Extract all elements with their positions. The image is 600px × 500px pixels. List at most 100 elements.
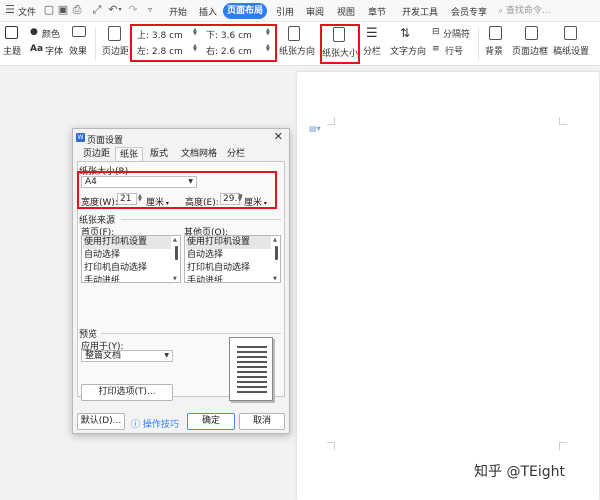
width-unit-select[interactable]: 厘米 ▾ bbox=[146, 195, 169, 208]
margin-top-field[interactable]: 上: 3.8 cm bbox=[137, 28, 183, 41]
document-page[interactable]: ▤▾ bbox=[297, 72, 599, 500]
line-number-icon[interactable]: ≡ bbox=[432, 44, 440, 54]
tips-link[interactable]: ⓘ 操作技巧 bbox=[131, 417, 179, 430]
scroll-down-icon[interactable]: ▼ bbox=[173, 276, 179, 282]
color-palette-icon[interactable]: ● bbox=[30, 27, 38, 37]
margins-button[interactable]: 页边距 bbox=[102, 44, 129, 57]
paper-size-button[interactable]: 纸张大小 bbox=[322, 46, 358, 59]
tab-insert[interactable]: 插入 bbox=[199, 5, 217, 18]
orientation-button[interactable]: 纸张方向 bbox=[279, 44, 315, 57]
preview-text-line bbox=[237, 371, 267, 373]
apply-to-select[interactable]: 整篇文档 ▼ bbox=[81, 350, 173, 362]
ribbon-separator bbox=[95, 28, 96, 60]
new-doc-icon[interactable]: ▢ bbox=[43, 4, 55, 16]
scroll-up-icon[interactable]: ▲ bbox=[273, 237, 279, 243]
scrollbar-thumb[interactable] bbox=[175, 246, 178, 260]
crop-mark bbox=[327, 442, 335, 450]
margin-bottom-field[interactable]: 下: 3.6 cm bbox=[206, 28, 252, 41]
hamburger-menu-icon[interactable]: ☰ bbox=[4, 4, 16, 16]
other-pages-tray-list[interactable]: 使用打印机设置 自动选择 打印机自动选择 手动进纸 ▲ ▼ bbox=[184, 235, 281, 283]
width-input[interactable]: 21 bbox=[117, 193, 137, 205]
font-button[interactable]: 字体 bbox=[45, 44, 63, 57]
line-number-button[interactable]: 行号 bbox=[445, 44, 463, 57]
height-unit-select[interactable]: 厘米 ▾ bbox=[244, 195, 267, 208]
separator-icon[interactable]: ⊟ bbox=[432, 27, 440, 37]
tab-columns[interactable]: 分栏 bbox=[223, 147, 249, 161]
text-direction-button[interactable]: 文字方向 bbox=[390, 44, 426, 57]
apply-to-value: 整篇文档 bbox=[85, 351, 122, 361]
tab-view[interactable]: 视图 bbox=[337, 5, 355, 18]
effect-button[interactable]: 效果 bbox=[69, 44, 87, 57]
height-input[interactable]: 29.7 bbox=[220, 193, 243, 205]
margins-icon[interactable] bbox=[108, 26, 121, 41]
paper-size-icon[interactable] bbox=[333, 27, 345, 42]
separator-button[interactable]: 分隔符 bbox=[443, 27, 470, 40]
tab-references[interactable]: 引用 bbox=[276, 5, 294, 18]
paragraph-handle-icon[interactable]: ▤▾ bbox=[309, 124, 321, 133]
margin-bottom-spinner[interactable]: ▲ ▼ bbox=[266, 28, 270, 37]
text-direction-icon[interactable]: ⇅ bbox=[400, 26, 410, 40]
close-icon[interactable]: ✕ bbox=[274, 130, 283, 143]
first-page-tray-list[interactable]: 使用打印机设置 自动选择 打印机自动选择 手动进纸 ▲ ▼ bbox=[81, 235, 181, 283]
tab-review[interactable]: 审阅 bbox=[306, 5, 324, 18]
list-item[interactable]: 使用打印机设置 bbox=[186, 236, 271, 249]
manuscript-paper-icon[interactable] bbox=[564, 26, 577, 40]
scrollbar-thumb[interactable] bbox=[275, 246, 278, 260]
tab-membership[interactable]: 会员专享 bbox=[451, 5, 487, 18]
manuscript-paper-button[interactable]: 稿纸设置 bbox=[553, 44, 589, 57]
height-spinner[interactable]: ▲ ▼ bbox=[238, 194, 242, 203]
margin-right-spinner[interactable]: ▲ ▼ bbox=[266, 44, 270, 53]
effect-icon[interactable] bbox=[72, 26, 86, 37]
page-preview-thumbnail bbox=[229, 337, 273, 401]
tab-section[interactable]: 章节 bbox=[368, 5, 386, 18]
margin-left-spinner[interactable]: ▲ ▼ bbox=[193, 44, 197, 53]
ok-button[interactable]: 确定 bbox=[187, 413, 235, 430]
list-item[interactable]: 手动进纸 bbox=[84, 275, 120, 282]
paper-size-select[interactable]: A4 ▼ bbox=[81, 176, 197, 188]
undo-dropdown-icon[interactable]: ▾ bbox=[117, 4, 123, 16]
paper-size-value: A4 bbox=[85, 177, 97, 187]
list-item[interactable]: 使用打印机设置 bbox=[83, 236, 171, 249]
margin-top-spinner[interactable]: ▲ ▼ bbox=[193, 28, 197, 37]
list-item[interactable]: 手动进纸 bbox=[187, 275, 223, 282]
font-icon[interactable]: Aa bbox=[30, 44, 43, 54]
list-item[interactable]: 自动选择 bbox=[84, 249, 120, 262]
theme-icon[interactable] bbox=[5, 26, 18, 39]
background-button[interactable]: 背景 bbox=[485, 44, 503, 57]
tab-layout[interactable]: 版式 bbox=[146, 147, 172, 161]
columns-button[interactable]: 分栏 bbox=[363, 44, 381, 57]
scroll-up-icon[interactable]: ▲ bbox=[173, 237, 179, 243]
tab-margins[interactable]: 页边距 bbox=[79, 147, 114, 161]
scroll-down-icon[interactable]: ▼ bbox=[273, 276, 279, 282]
tab-document-grid[interactable]: 文档网格 bbox=[177, 147, 221, 161]
command-search[interactable]: ⌕ 查找命令... bbox=[498, 4, 566, 19]
tab-developer[interactable]: 开发工具 bbox=[402, 5, 438, 18]
tab-paper[interactable]: 纸张 bbox=[115, 147, 144, 161]
orientation-icon[interactable] bbox=[288, 26, 300, 41]
margin-left-field[interactable]: 左: 2.8 cm bbox=[137, 44, 183, 57]
page-border-icon[interactable] bbox=[525, 26, 538, 40]
theme-button[interactable]: 主题 bbox=[3, 44, 21, 57]
export-pdf-icon[interactable]: ⤢ bbox=[91, 4, 103, 16]
margin-right-field[interactable]: 右: 2.6 cm bbox=[206, 44, 252, 57]
cancel-button[interactable]: 取消 bbox=[239, 413, 285, 430]
print-preview-icon[interactable]: ⎙ bbox=[71, 4, 83, 16]
ribbon-separator bbox=[478, 28, 479, 60]
page-border-button[interactable]: 页面边框 bbox=[512, 44, 548, 57]
file-menu[interactable]: 文件 bbox=[18, 5, 36, 18]
save-icon[interactable]: ▣ bbox=[57, 4, 69, 16]
default-button[interactable]: 默认(D)... bbox=[77, 413, 125, 430]
list-item[interactable]: 打印机自动选择 bbox=[84, 262, 147, 275]
columns-icon[interactable]: ☰ bbox=[366, 26, 378, 41]
tab-page-layout[interactable]: 页面布局 bbox=[223, 3, 267, 19]
quick-access-more-icon[interactable]: ▿ bbox=[144, 4, 156, 16]
tab-home[interactable]: 开始 bbox=[169, 5, 187, 18]
color-button[interactable]: 颜色 bbox=[42, 27, 60, 40]
print-options-button[interactable]: 打印选项(T)... bbox=[81, 384, 173, 401]
list-item[interactable]: 自动选择 bbox=[187, 249, 223, 262]
list-item[interactable]: 打印机自动选择 bbox=[187, 262, 250, 275]
background-icon[interactable] bbox=[489, 26, 502, 40]
redo-icon[interactable]: ↷ bbox=[127, 4, 139, 16]
width-spinner[interactable]: ▲ ▼ bbox=[138, 194, 142, 203]
preview-text-line bbox=[237, 386, 267, 388]
